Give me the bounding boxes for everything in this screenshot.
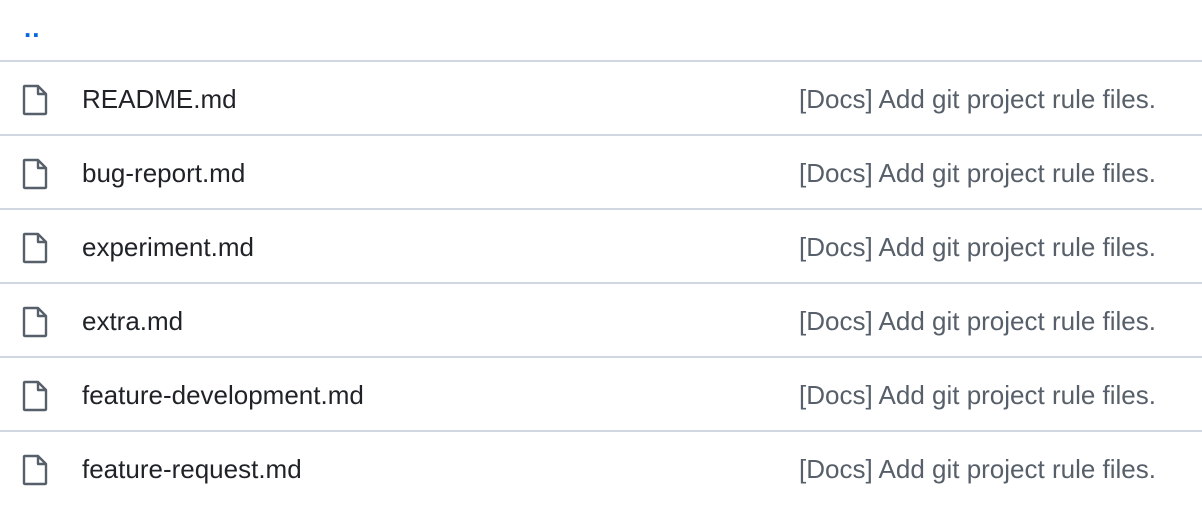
commit-message-link[interactable]: [Docs] Add git project rule files. — [799, 451, 1156, 487]
file-name-link[interactable]: feature-request.md — [82, 451, 302, 487]
file-name-link[interactable]: feature-development.md — [82, 377, 364, 413]
commit-message-link[interactable]: [Docs] Add git project rule files. — [799, 303, 1156, 339]
file-icon — [22, 380, 48, 412]
file-row[interactable]: feature-development.md [Docs] Add git pr… — [0, 358, 1202, 432]
file-icon — [22, 232, 48, 264]
commit-message-link[interactable]: [Docs] Add git project rule files. — [799, 155, 1156, 191]
parent-directory-row[interactable]: .. — [0, 0, 1202, 62]
file-list: .. README.md [Docs] Add git project rule… — [0, 0, 1202, 506]
parent-directory-link[interactable]: .. — [24, 12, 40, 44]
file-icon — [22, 158, 48, 190]
file-name-link[interactable]: bug-report.md — [82, 155, 245, 191]
commit-message-link[interactable]: [Docs] Add git project rule files. — [799, 229, 1156, 265]
file-name-link[interactable]: extra.md — [82, 303, 183, 339]
file-row[interactable]: experiment.md [Docs] Add git project rul… — [0, 210, 1202, 284]
file-icon — [22, 454, 48, 486]
file-icon — [22, 306, 48, 338]
file-row[interactable]: bug-report.md [Docs] Add git project rul… — [0, 136, 1202, 210]
file-row[interactable]: extra.md [Docs] Add git project rule fil… — [0, 284, 1202, 358]
file-icon — [22, 84, 48, 116]
file-row[interactable]: feature-request.md [Docs] Add git projec… — [0, 432, 1202, 506]
commit-message-link[interactable]: [Docs] Add git project rule files. — [799, 81, 1156, 117]
file-name-link[interactable]: README.md — [82, 81, 237, 117]
commit-message-link[interactable]: [Docs] Add git project rule files. — [799, 377, 1156, 413]
file-row[interactable]: README.md [Docs] Add git project rule fi… — [0, 62, 1202, 136]
file-name-link[interactable]: experiment.md — [82, 229, 254, 265]
